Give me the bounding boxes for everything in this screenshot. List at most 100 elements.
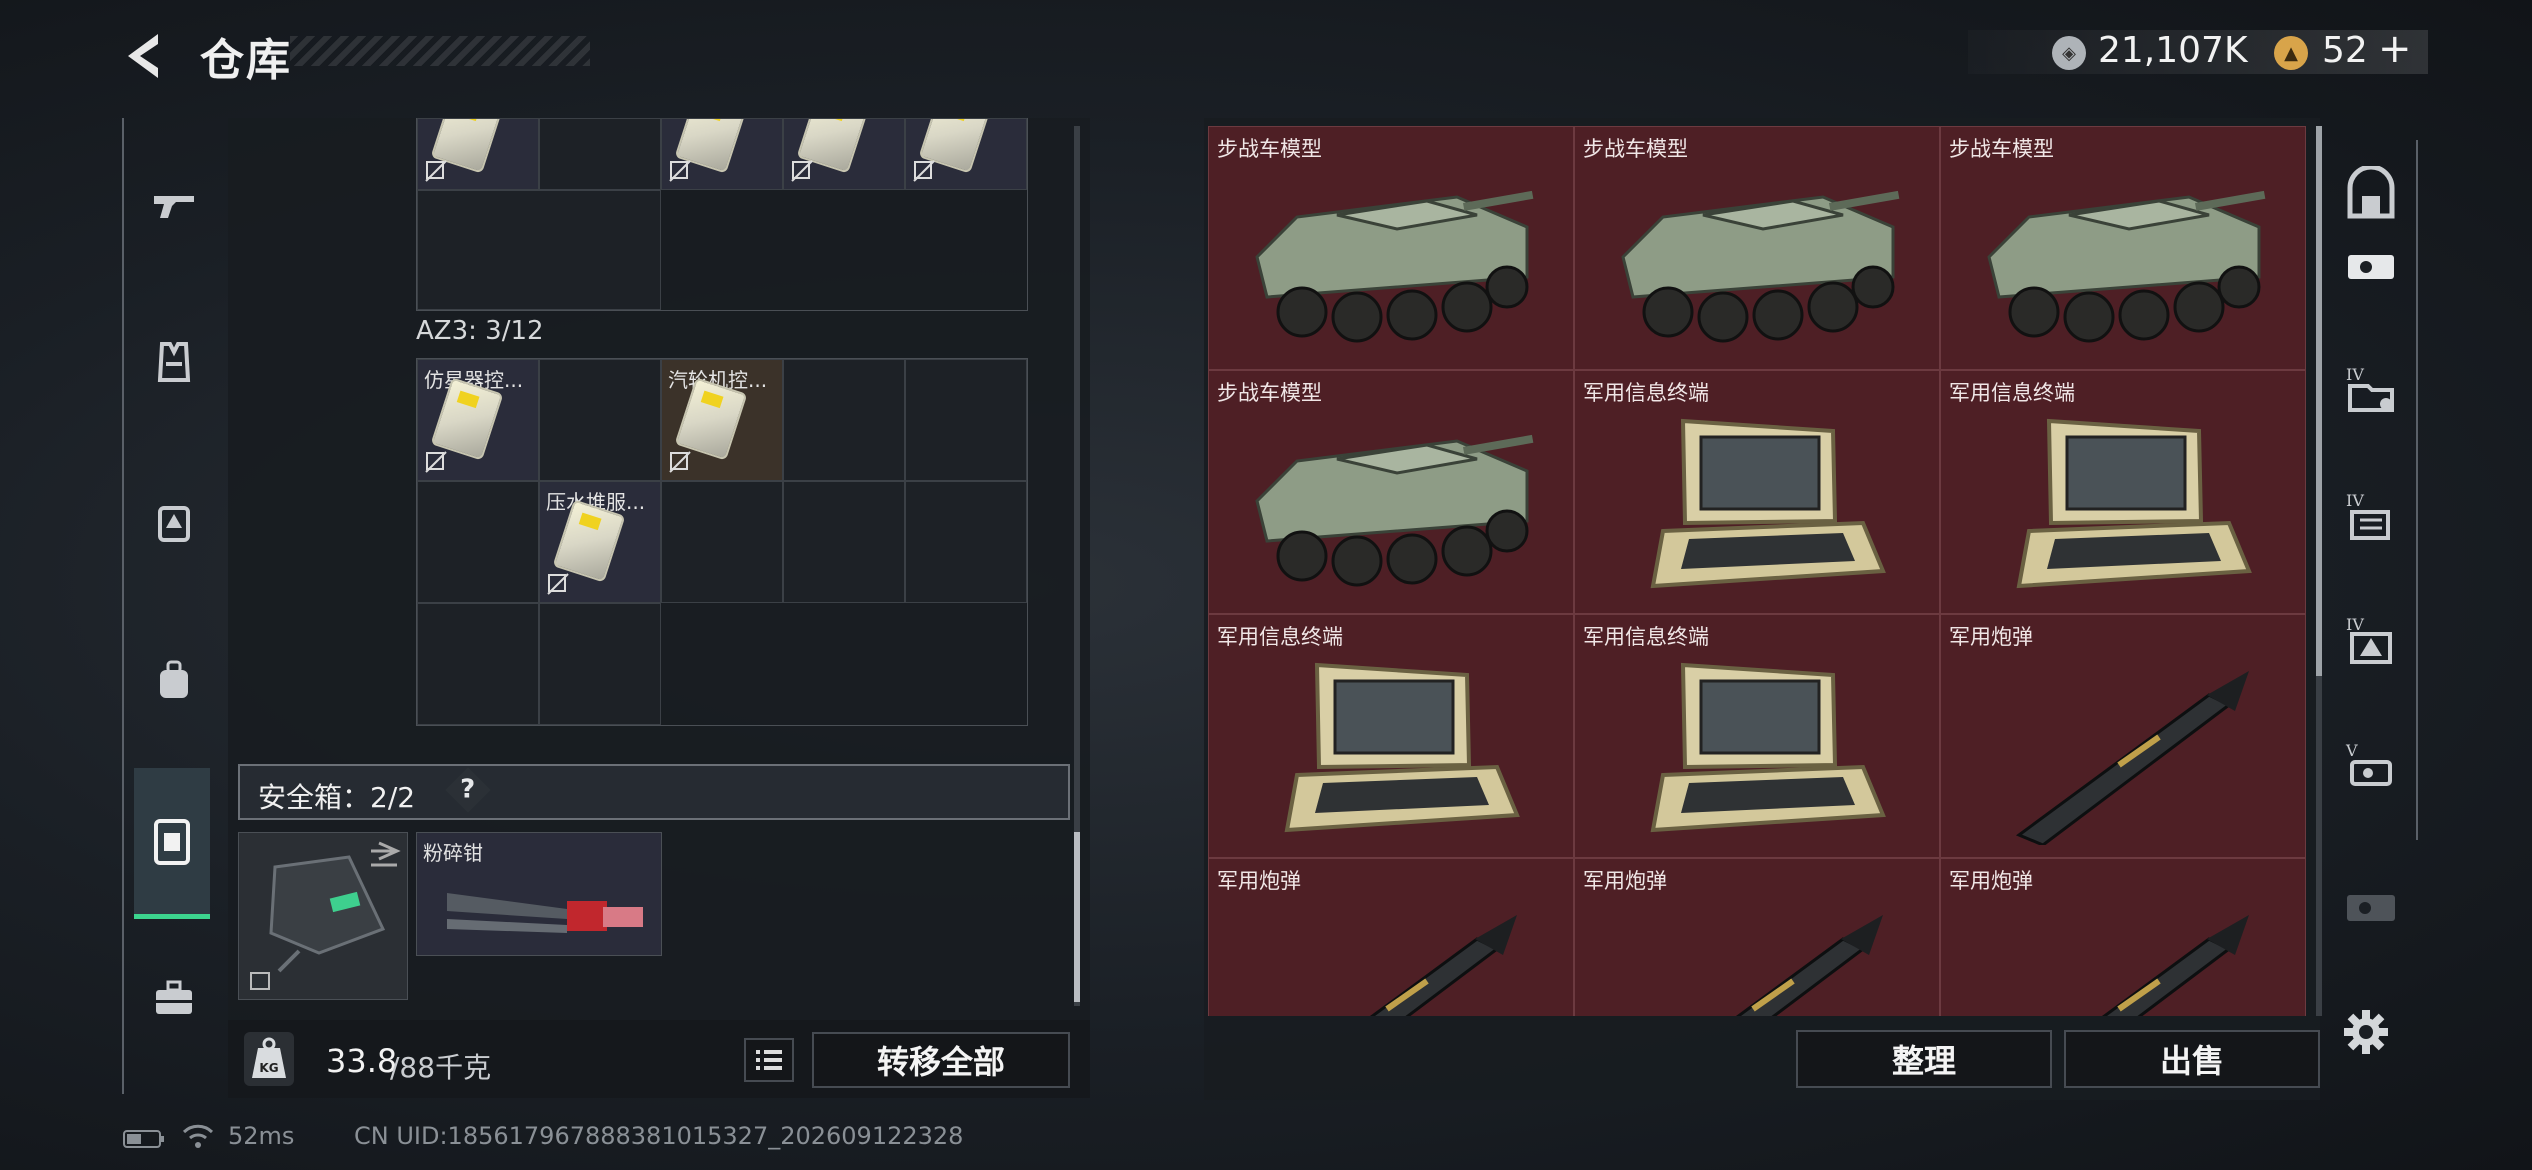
grid-cell-empty[interactable] — [417, 603, 539, 725]
equipment-tab-column — [122, 118, 226, 1094]
grid-cell-empty[interactable] — [539, 118, 661, 190]
battery-shape-icon — [123, 1130, 164, 1148]
shell-icon — [1369, 915, 1517, 1016]
grid-cell-empty[interactable] — [417, 481, 539, 603]
list-icon — [756, 1050, 782, 1070]
sell-button[interactable]: 出售 — [2064, 1030, 2320, 1088]
loot-grid: 步战车模型 步战车模型 步战车模型 步战车模型 军用信息终端 军用信息终端 军用信息终端 军用… — [1208, 126, 2306, 1016]
no-drop-icon — [669, 451, 691, 473]
loot-item-label: 军用炮弹 — [1949, 869, 2033, 893]
no-drop-icon — [425, 451, 447, 473]
loot-item[interactable]: 军用信息终端 — [1208, 614, 1574, 858]
grid-item[interactable]: 汽轮机控... — [661, 359, 783, 481]
loot-item[interactable]: 步战车模型 — [1574, 126, 1940, 370]
help-icon[interactable]: ? — [445, 767, 491, 813]
grid-item[interactable] — [783, 118, 905, 190]
filter-tab-tier-iv-warning[interactable]: IV — [2336, 604, 2406, 674]
back-button[interactable] — [118, 28, 174, 84]
ifv-model-icon — [1255, 434, 1534, 587]
item-label: 粉碎钳 — [423, 841, 483, 865]
tab-toolbox[interactable] — [134, 958, 214, 1038]
loot-item[interactable]: 步战车模型 — [1208, 126, 1574, 370]
loot-item[interactable]: 步战车模型 — [1208, 370, 1574, 614]
weight-kg-icon: KG — [244, 1032, 294, 1086]
loot-item-label: 军用炮弹 — [1217, 869, 1301, 893]
safebox-case-slot[interactable] — [238, 832, 408, 1000]
filter-tab-dim-ticket[interactable] — [2326, 872, 2416, 942]
gun-icon — [154, 196, 194, 218]
gear-icon — [2344, 1010, 2388, 1054]
tab-backpack[interactable] — [134, 640, 214, 720]
filter-tab-tier-iv-files[interactable]: IV — [2336, 480, 2406, 550]
hydraulic-cutter-slot[interactable]: 粉碎钳 — [416, 832, 662, 956]
filter-tab-column: IV IV IV V — [2326, 140, 2418, 840]
settings-button[interactable] — [2340, 1006, 2392, 1058]
page-title: 仓库 — [200, 35, 292, 86]
uid-text: CN UID:18561796788838101​5327_2026091223… — [354, 1122, 964, 1150]
add-currency-button[interactable]: + — [2378, 26, 2412, 72]
title-decoration — [290, 36, 590, 66]
tier-v-ticket-icon: V — [2345, 741, 2392, 786]
loot-item[interactable]: 军用炮弹 — [1208, 858, 1574, 1016]
ifv-model-icon — [1621, 190, 1900, 343]
ifv-model-icon — [1987, 190, 2266, 343]
grid-cell-empty[interactable] — [905, 359, 1027, 481]
tab-safebox[interactable] — [134, 768, 210, 919]
weight-max: /88千克 — [390, 1051, 492, 1084]
no-drop-icon — [669, 160, 691, 182]
grid-item[interactable] — [417, 118, 539, 190]
grid-cell-empty[interactable] — [539, 603, 661, 725]
az3-capacity-label: AZ3: 3/12 — [416, 316, 544, 346]
loot-item[interactable]: 军用信息终端 — [1940, 370, 2306, 614]
grid-cell-empty[interactable] — [783, 359, 905, 481]
loot-item[interactable]: 军用炮弹 — [1940, 858, 2306, 1016]
dim-ticket-icon — [2347, 895, 2395, 921]
grid-cell-empty[interactable] — [539, 359, 661, 481]
loot-item-label: 步战车模型 — [1217, 381, 1322, 405]
loot-item-label: 军用信息终端 — [1583, 625, 1709, 649]
loot-item[interactable]: 步战车模型 — [1940, 126, 2306, 370]
filter-tab-tier-iv-folder[interactable]: IV — [2336, 354, 2406, 424]
tab-weapon[interactable] — [134, 166, 214, 246]
terminal-icon — [1650, 418, 1886, 589]
grid-cell-empty[interactable] — [661, 481, 783, 603]
loot-item[interactable]: 军用信息终端 — [1574, 370, 1940, 614]
safebox-capacity-label: 安全箱：2/2 — [258, 781, 416, 814]
terminal-icon — [2016, 418, 2252, 589]
loot-scroll-thumb[interactable] — [2316, 126, 2322, 676]
shell-icon — [2101, 915, 2249, 1016]
filter-tab-ticket[interactable] — [2336, 232, 2406, 302]
tier-label: V — [2345, 741, 2358, 760]
list-view-button[interactable] — [744, 1038, 794, 1082]
no-drop-icon — [913, 160, 935, 182]
loot-item-label: 步战车模型 — [1583, 137, 1688, 161]
filter-tab-vault[interactable] — [2336, 160, 2406, 230]
no-drop-icon — [791, 160, 813, 182]
tab-armor[interactable] — [134, 322, 214, 402]
loot-item-label: 步战车模型 — [1949, 137, 2054, 161]
grid-item[interactable]: 压水堆服... — [539, 481, 661, 603]
battery-icon — [122, 1128, 166, 1150]
loot-item-label: 军用信息终端 — [1949, 381, 2075, 405]
grid-cell-empty[interactable] — [417, 190, 661, 310]
grid-cell-empty[interactable] — [905, 481, 1027, 603]
terminal-icon — [1284, 662, 1520, 833]
filter-tab-tier-v-ticket[interactable]: V — [2336, 730, 2406, 800]
tab-chest-rig[interactable] — [134, 482, 214, 562]
grid-item[interactable] — [661, 118, 783, 190]
grid-item[interactable] — [905, 118, 1027, 190]
storage-scroll-thumb[interactable] — [1074, 832, 1080, 1002]
grid-item[interactable]: 仿星器控... — [417, 359, 539, 481]
backpack-icon — [160, 660, 188, 698]
shell-icon — [1735, 915, 1883, 1016]
organize-button[interactable]: 整理 — [1796, 1030, 2052, 1088]
loot-item[interactable]: 军用炮弹 — [1940, 614, 2306, 858]
loot-item[interactable]: 军用信息终端 — [1574, 614, 1940, 858]
kg-badge: KG — [259, 1061, 278, 1075]
grid-cell-empty[interactable] — [783, 481, 905, 603]
help-symbol: ? — [460, 775, 476, 805]
currency-gold-value: 52 — [2322, 30, 2368, 71]
shell-icon — [2015, 671, 2249, 845]
transfer-all-button[interactable]: 转移全部 — [812, 1032, 1070, 1088]
loot-item[interactable]: 军用炮弹 — [1574, 858, 1940, 1016]
